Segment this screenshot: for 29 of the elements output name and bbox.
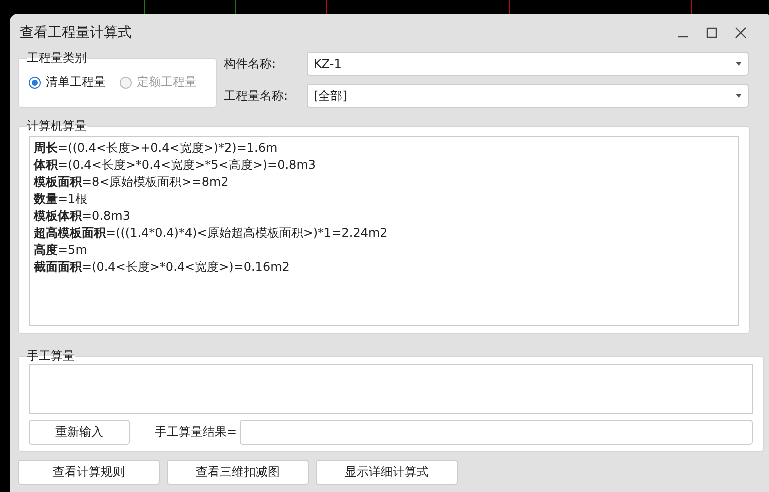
maximize-icon[interactable] bbox=[706, 27, 718, 39]
formula-line: 体积=(0.4<长度>*0.4<宽度>*5<高度>)=0.8m3 bbox=[34, 157, 318, 174]
formula-line: 模板体积=0.8m3 bbox=[34, 208, 132, 225]
window-title: 查看工程量计算式 bbox=[20, 24, 132, 42]
caret-icon bbox=[736, 62, 742, 66]
formula-line: 高度=5m bbox=[34, 242, 88, 259]
manual-input-area[interactable] bbox=[29, 364, 753, 414]
field-label: 工程量名称: bbox=[224, 88, 290, 104]
reset-button[interactable]: 重新输入 bbox=[29, 420, 130, 445]
formula-line: 截面面积=(0.4<长度>*0.4<宽度>)=0.16m2 bbox=[34, 259, 291, 276]
radio-option[interactable]: 清单工程量 bbox=[29, 74, 106, 91]
formula-line: 超高模板面积=(((1.4*0.4)*4)<原始超高模板面积>)*1=2.24m2 bbox=[34, 225, 389, 242]
group-legend: 工程量类别 bbox=[27, 52, 87, 64]
action-button[interactable]: 显示详细计算式 bbox=[316, 460, 458, 485]
formula-text-area[interactable]: 周长=((0.4<长度>+0.4<宽度>)*2)=1.6m 体积=(0.4<长度>*0.4<宽度>*5<高度>)=0.8m3 模板面积=8<原始模板面积>=8m2 数量=1根 模板体积=0.8m3 超高模板面积=(((1.4*0.4)*4)<原始超高模板面积>)*1=2.24m2 高度=5m 截面面积=(0.4<长度>*0.4<宽度>)=0.16m2 bbox=[29, 136, 739, 326]
close-icon[interactable] bbox=[735, 27, 747, 39]
formula-line: 模板面积=8<原始模板面积>=8m2 bbox=[34, 174, 230, 191]
group-legend: 手工算量 bbox=[27, 350, 75, 362]
result-input-field[interactable] bbox=[240, 420, 753, 445]
formula-line: 周长=((0.4<长度>+0.4<宽度>)*2)=1.6m bbox=[34, 140, 279, 157]
dropdown-field[interactable]: [全部] bbox=[307, 84, 749, 108]
caret-icon bbox=[736, 94, 742, 98]
action-button[interactable]: 查看计算规则 bbox=[18, 460, 160, 485]
field-label: 构件名称: bbox=[224, 56, 278, 72]
dropdown-field[interactable]: KZ-1 bbox=[307, 52, 749, 76]
formula-line: 数量=1根 bbox=[34, 191, 89, 208]
group-legend: 计算机算量 bbox=[27, 120, 87, 132]
result-label: 手工算量结果= bbox=[155, 424, 238, 441]
action-button[interactable]: 查看三维扣减图 bbox=[167, 460, 309, 485]
